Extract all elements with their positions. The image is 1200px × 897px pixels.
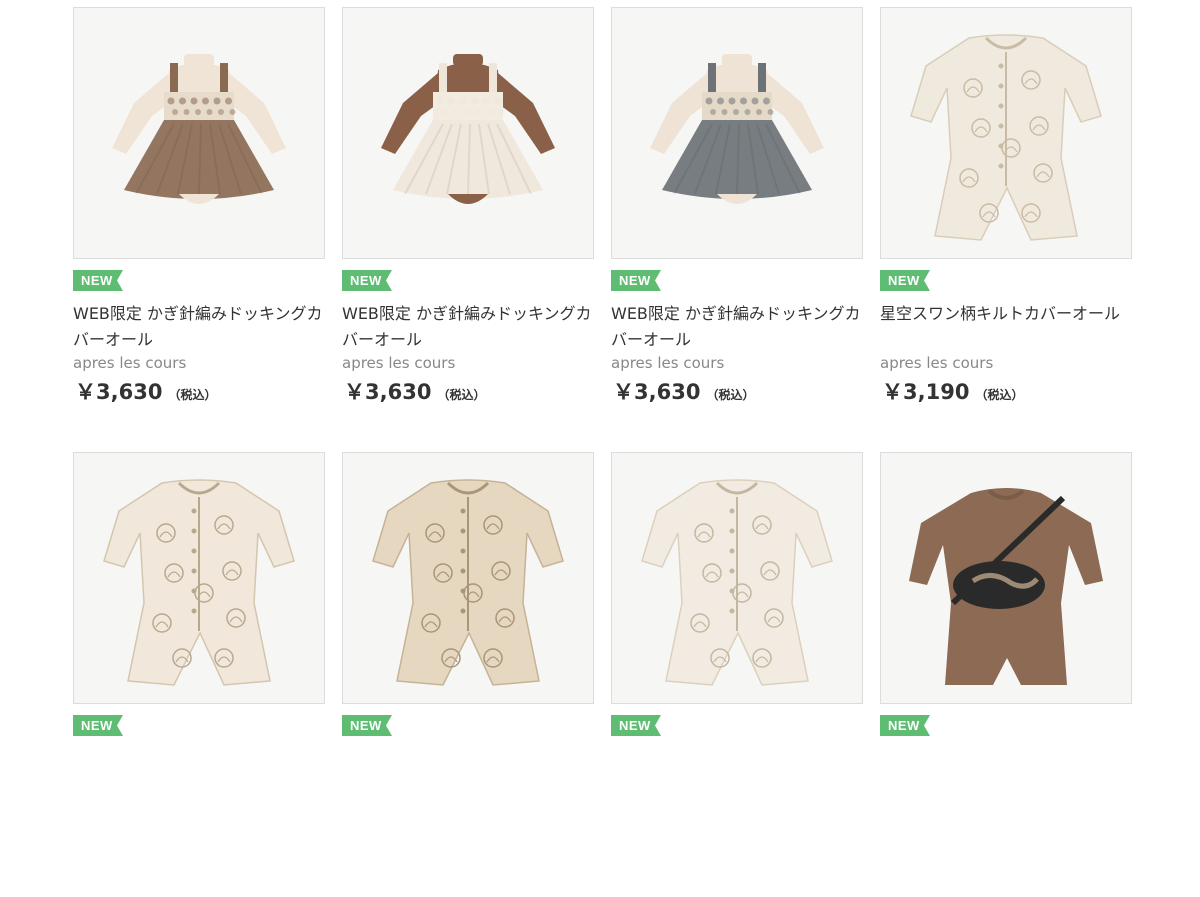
product-image[interactable] bbox=[342, 452, 594, 704]
new-badge: NEW bbox=[611, 715, 661, 736]
tax-label: （税込） bbox=[706, 388, 755, 402]
product-title[interactable]: WEB限定 かぎ針編みドッキングカバーオール bbox=[611, 301, 863, 353]
product-card[interactable]: NEW WEB限定 かぎ針編みドッキングカバーオール apres les cou… bbox=[73, 7, 325, 452]
dress-romper-icon bbox=[74, 8, 324, 258]
tax-label: （税込） bbox=[975, 388, 1024, 402]
product-card[interactable]: NEW WEB限定 かぎ針編みドッキングカバーオール apres les cou… bbox=[611, 7, 863, 452]
dress-romper-icon bbox=[343, 8, 593, 258]
product-title[interactable]: WEB限定 かぎ針編みドッキングカバーオール bbox=[73, 301, 325, 353]
product-image[interactable] bbox=[73, 7, 325, 259]
new-badge: NEW bbox=[611, 270, 661, 291]
new-badge: NEW bbox=[880, 715, 930, 736]
new-badge: NEW bbox=[342, 715, 392, 736]
price-value: ￥3,190 bbox=[882, 380, 970, 404]
product-price: ￥3,630 （税込） bbox=[344, 379, 485, 408]
product-image[interactable] bbox=[611, 7, 863, 259]
product-price: ￥3,190 （税込） bbox=[882, 379, 1023, 408]
coverall-icon bbox=[74, 453, 324, 703]
product-card[interactable]: NEW WEB限定 かぎ針編みドッキングカバーオール apres les cou… bbox=[342, 7, 594, 452]
product-brand: apres les cours bbox=[73, 354, 187, 372]
product-image[interactable] bbox=[73, 452, 325, 704]
tax-label: （税込） bbox=[437, 388, 486, 402]
new-badge: NEW bbox=[342, 270, 392, 291]
sweat-coverall-icon bbox=[881, 453, 1131, 703]
new-badge: NEW bbox=[880, 270, 930, 291]
price-value: ￥3,630 bbox=[344, 380, 432, 404]
product-brand: apres les cours bbox=[880, 354, 994, 372]
product-grid: NEW WEB限定 かぎ針編みドッキングカバーオール apres les cou… bbox=[73, 7, 1132, 897]
coverall-icon bbox=[612, 453, 862, 703]
product-card[interactable]: NEW bbox=[611, 452, 863, 897]
coverall-icon bbox=[343, 453, 593, 703]
price-value: ￥3,630 bbox=[613, 380, 701, 404]
product-price: ￥3,630 （税込） bbox=[75, 379, 216, 408]
product-card[interactable]: NEW bbox=[342, 452, 594, 897]
price-value: ￥3,630 bbox=[75, 380, 163, 404]
dress-romper-icon bbox=[612, 8, 862, 258]
product-brand: apres les cours bbox=[611, 354, 725, 372]
product-card[interactable]: NEW bbox=[73, 452, 325, 897]
product-price: ￥3,630 （税込） bbox=[613, 379, 754, 408]
product-title[interactable]: WEB限定 かぎ針編みドッキングカバーオール bbox=[342, 301, 594, 353]
coverall-icon bbox=[881, 8, 1131, 258]
product-image[interactable] bbox=[880, 7, 1132, 259]
tax-label: （税込） bbox=[168, 388, 217, 402]
new-badge: NEW bbox=[73, 270, 123, 291]
product-image[interactable] bbox=[880, 452, 1132, 704]
new-badge: NEW bbox=[73, 715, 123, 736]
product-image[interactable] bbox=[342, 7, 594, 259]
product-image[interactable] bbox=[611, 452, 863, 704]
product-card[interactable]: NEW 星空スワン柄キルトカバーオール apres les cours ￥3,1… bbox=[880, 7, 1132, 452]
product-brand: apres les cours bbox=[342, 354, 456, 372]
product-title[interactable]: 星空スワン柄キルトカバーオール bbox=[880, 301, 1132, 327]
product-card[interactable]: NEW bbox=[880, 452, 1132, 897]
